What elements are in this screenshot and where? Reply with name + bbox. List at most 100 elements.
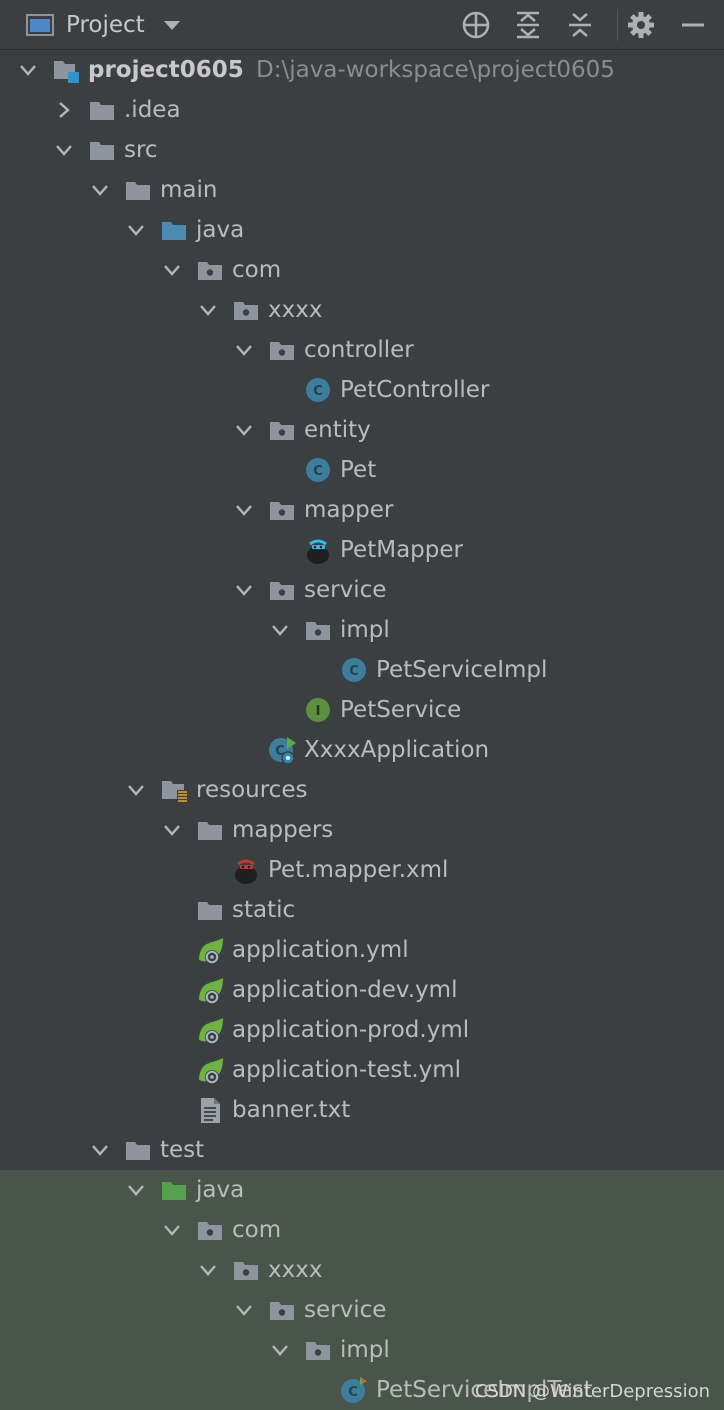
chevron-down-icon[interactable]: [233, 339, 255, 361]
tree-node-application-prod-yml[interactable]: application-prod.yml: [0, 1010, 724, 1050]
test-class-icon: C: [341, 1377, 367, 1403]
tree-node-java[interactable]: java: [0, 1170, 724, 1210]
tree-node-java[interactable]: java: [0, 210, 724, 250]
chevron-down-icon[interactable]: [89, 179, 111, 201]
tree-node-label: xxxx: [268, 297, 323, 323]
tree-node-com[interactable]: com: [0, 1210, 724, 1250]
tree-node-mappers[interactable]: mappers: [0, 810, 724, 850]
spring-yml-icon: [199, 1018, 223, 1044]
tree-node-com[interactable]: com: [0, 250, 724, 290]
chevron-right-icon[interactable]: [53, 99, 75, 121]
tree-node-pet[interactable]: C Pet: [0, 450, 724, 490]
tree-node-xxxx[interactable]: xxxx: [0, 290, 724, 330]
tree-node-petservice[interactable]: I PetService: [0, 690, 724, 730]
tree-node-controller[interactable]: controller: [0, 330, 724, 370]
tree-node-label: impl: [340, 1337, 390, 1363]
tree-node-service[interactable]: service: [0, 570, 724, 610]
tree-node-label: PetService: [340, 697, 462, 723]
chevron-down-icon[interactable]: [161, 1219, 183, 1241]
tree-node-label: PetServiceImpl: [376, 657, 548, 683]
expand-all-button[interactable]: [511, 8, 545, 42]
chevron-down-icon[interactable]: [125, 779, 147, 801]
chevron-down-icon[interactable]: [269, 619, 291, 641]
package-icon: [306, 1342, 330, 1360]
project-view-icon: [26, 13, 54, 36]
tree-node-xxxx[interactable]: xxxx: [0, 1250, 724, 1290]
class-icon: C: [306, 458, 330, 482]
svg-text:I: I: [316, 704, 321, 719]
tree-node-label: XxxxApplication: [304, 737, 490, 763]
tree-node-src[interactable]: src: [0, 130, 724, 170]
tree-node-label: com: [232, 257, 282, 283]
view-selector[interactable]: Project: [0, 0, 183, 49]
tree-node-application-dev-yml[interactable]: application-dev.yml: [0, 970, 724, 1010]
tree-node-label: Pet.mapper.xml: [268, 857, 449, 883]
tree-node-resources[interactable]: resources: [0, 770, 724, 810]
chevron-down-icon[interactable]: [161, 259, 183, 281]
tree-node-application-test-yml[interactable]: application-test.yml: [0, 1050, 724, 1090]
spring-yml-icon: [199, 978, 223, 1004]
tree-node-test[interactable]: test: [0, 1130, 724, 1170]
package-icon: [270, 1302, 294, 1320]
view-title: Project: [66, 11, 145, 38]
folder-icon: [90, 102, 114, 120]
svg-text:C: C: [348, 1385, 358, 1400]
source-folder-icon: [162, 222, 186, 240]
gear-icon: [628, 11, 654, 38]
chevron-down-icon[interactable]: [233, 419, 255, 441]
tree-node-xxxxapplication[interactable]: C XxxxApplication: [0, 730, 724, 770]
hide-button[interactable]: [676, 8, 710, 42]
resources-folder-icon: [162, 781, 187, 803]
tree-node-pet-mapper-xml[interactable]: Pet.mapper.xml: [0, 850, 724, 890]
select-opened-file-button[interactable]: [459, 8, 493, 42]
svg-text:C: C: [313, 384, 323, 399]
tree-node-banner-txt[interactable]: banner.txt: [0, 1090, 724, 1130]
chevron-down-icon[interactable]: [125, 1179, 147, 1201]
crosshair-icon: [462, 11, 490, 38]
mybatis-mapper-icon: [307, 539, 329, 564]
tree-node-petserviceimpl[interactable]: C PetServiceImpl: [0, 650, 724, 690]
tree-node-impl[interactable]: impl: [0, 610, 724, 650]
tree-node-petcontroller[interactable]: C PetController: [0, 370, 724, 410]
tree-node-label: main: [160, 177, 218, 203]
chevron-down-icon[interactable]: [53, 139, 75, 161]
tree-node-label: xxxx: [268, 1257, 323, 1283]
chevron-down-icon[interactable]: [197, 1259, 219, 1281]
chevron-down-icon[interactable]: [161, 819, 183, 841]
tree-node-label: banner.txt: [232, 1097, 351, 1123]
tree-node-main[interactable]: main: [0, 170, 724, 210]
collapse-all-button[interactable]: [563, 8, 597, 42]
tree-node-label: mappers: [232, 817, 334, 843]
tree-node-project0605[interactable]: project0605 D:\java-workspace\project0605: [0, 50, 724, 90]
tree-node-application-yml[interactable]: application.yml: [0, 930, 724, 970]
tree-node-entity[interactable]: entity: [0, 410, 724, 450]
tree-node-service[interactable]: service: [0, 1290, 724, 1330]
chevron-down-icon[interactable]: [269, 1339, 291, 1361]
chevron-down-icon[interactable]: [233, 1299, 255, 1321]
chevron-down-icon[interactable]: [233, 579, 255, 601]
tree-node-mapper[interactable]: mapper: [0, 490, 724, 530]
tree-node-static[interactable]: static: [0, 890, 724, 930]
folder-icon: [126, 1142, 150, 1160]
folder-icon: [198, 822, 222, 840]
collapse-all-icon: [569, 12, 591, 37]
tree-node-label: com: [232, 1217, 282, 1243]
chevron-down-icon[interactable]: [89, 1139, 111, 1161]
package-icon: [234, 302, 258, 320]
package-icon: [198, 262, 222, 280]
project-tool-window-header: Project: [0, 0, 724, 50]
tree-node-idea[interactable]: .idea: [0, 90, 724, 130]
expand-all-icon: [517, 11, 539, 38]
text-file-icon: [201, 1098, 220, 1123]
tree-node-petmapper[interactable]: PetMapper: [0, 530, 724, 570]
package-icon: [270, 502, 294, 520]
chevron-down-icon[interactable]: [197, 299, 219, 321]
chevron-down-icon[interactable]: [17, 59, 39, 81]
tree-node-label: src: [124, 137, 158, 163]
tree-node-impl[interactable]: impl: [0, 1330, 724, 1370]
tree-node-label: service: [304, 577, 387, 603]
project-tree[interactable]: project0605 D:\java-workspace\project0605…: [0, 50, 724, 1410]
options-button[interactable]: [624, 8, 658, 42]
chevron-down-icon[interactable]: [125, 219, 147, 241]
chevron-down-icon[interactable]: [233, 499, 255, 521]
